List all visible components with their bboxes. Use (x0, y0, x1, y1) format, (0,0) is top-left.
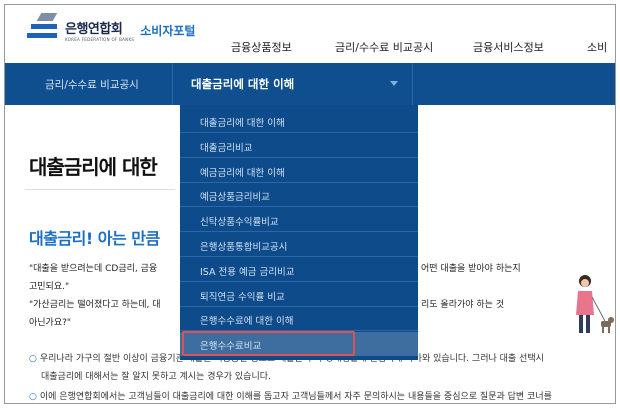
site-logo[interactable]: 은행연합회 KOREA FEDERATION OF BANKS 소비자포털 (27, 13, 195, 47)
site-header: 은행연합회 KOREA FEDERATION OF BANKS 소비자포털 금융… (5, 5, 615, 63)
menu-item-deposit-rate-info[interactable]: 예금금리에 대한 이해 (180, 159, 418, 183)
quote2-end: 아닌가요?" (29, 318, 72, 328)
quote2-right: 리도 올라가야 하는 것 (421, 300, 505, 310)
logo-english: KOREA FEDERATION OF BANKS (65, 37, 135, 42)
menu-item-label: 신탁상품수익률비교 (200, 217, 279, 228)
quote1-left: "대출을 받으려는데 CD금리, 금융 (29, 264, 158, 274)
menu-item-pension-return-compare[interactable]: 퇴직연금 수익률 비교 (180, 283, 418, 307)
menu-item-isa-rate-compare[interactable]: ISA 전용 예금 금리비교 (180, 258, 418, 282)
quote1-right: 어떤 대출을 받아야 하는지 (421, 264, 521, 274)
menu-item-label: 대출금리에 대한 이해 (200, 118, 285, 129)
nav-item-services[interactable]: 금융서비스정보 (473, 39, 544, 55)
nav-item-consumer[interactable]: 소비 (587, 39, 607, 55)
bullet-item-2: ○ 이에 은행연합회에서는 고객님들이 대출금리에 대한 이해를 돕고자 고객님들… (29, 389, 552, 402)
highlight-box (182, 331, 355, 356)
menu-item-integrated-disclosure[interactable]: 은행상품통합비교공시 (180, 233, 418, 257)
menu-item-deposit-product-compare[interactable]: 예금상품금리비교 (180, 183, 418, 207)
bullet-icon: ○ (29, 392, 37, 402)
page-title: 대출금리에 대한 (29, 155, 158, 179)
quote2-left: "가산금리는 떨어졌다고 하는데, 대 (29, 300, 161, 310)
quote1-end: 고민되요." (29, 282, 70, 292)
logo-name: 은행연합회 (65, 22, 123, 37)
site-name: 소비자포털 (140, 23, 196, 38)
bullet-2-text: 이에 은행연합회에서는 고객님들이 대출금리에 대한 이해를 돕고자 고객님들께… (39, 392, 552, 402)
menu-item-label: 은행수수료에 대한 이해 (200, 316, 294, 327)
menu-item-loan-rate-compare[interactable]: 대출금리비교 (180, 134, 418, 158)
sub-navigation-bar: 금리/수수료 비교공시 대출금리에 대한 이해 (5, 63, 615, 105)
menu-item-trust-return-compare[interactable]: 신탁상품수익률비교 (180, 208, 418, 232)
breadcrumb-section-label: 금리/수수료 비교공시 (45, 79, 139, 91)
breadcrumb-page-dropdown[interactable]: 대출금리에 대한 이해 (175, 63, 413, 105)
menu-item-label: 은행상품통합비교공시 (200, 242, 288, 253)
kfb-logo-icon (27, 13, 63, 47)
nav-item-rate-compare[interactable]: 금리/수수료 비교공시 (335, 39, 433, 55)
title-divider (25, 189, 175, 190)
nav-item-products[interactable]: 금융상품정보 (231, 39, 292, 55)
menu-item-loan-rate-info[interactable]: 대출금리에 대한 이해 (180, 109, 418, 133)
menu-item-label: ISA 전용 예금 금리비교 (200, 267, 295, 278)
person-with-dog-illustration (576, 275, 614, 333)
menu-item-label: 예금금리에 대한 이해 (200, 168, 285, 179)
breadcrumb-page-label: 대출금리에 대한 이해 (191, 77, 295, 91)
menu-item-label: 퇴직연금 수익률 비교 (200, 292, 285, 303)
page-dropdown-menu: 대출금리에 대한 이해 대출금리비교 예금금리에 대한 이해 예금상품금리비교 … (180, 105, 418, 360)
menu-item-fee-info[interactable]: 은행수수료에 대한 이해 (180, 307, 418, 331)
bullet-icon: ○ (29, 354, 37, 364)
menu-item-label: 대출금리비교 (200, 143, 253, 154)
logo-text: 은행연합회 KOREA FEDERATION OF BANKS (65, 18, 134, 42)
caret-down-icon (390, 81, 398, 86)
browser-viewport: 은행연합회 KOREA FEDERATION OF BANKS 소비자포털 금융… (4, 4, 616, 404)
breadcrumb-section[interactable]: 금리/수수료 비교공시 (5, 63, 173, 105)
bullet-item-1-cont: 대출금리에 대해서는 잘 알지 못하고 계시는 경우가 있습니다. (41, 372, 271, 382)
section-heading: 대출금리! 아는 만큼 (29, 229, 160, 248)
menu-item-label: 예금상품금리비교 (200, 192, 270, 203)
